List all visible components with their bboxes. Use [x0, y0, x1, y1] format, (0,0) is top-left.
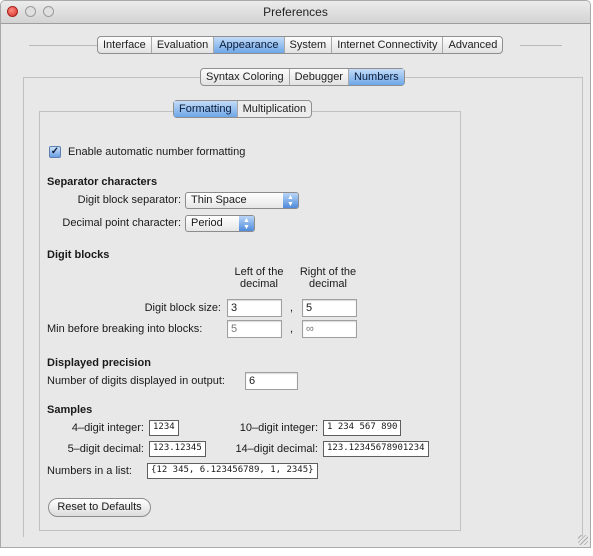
resize-grip-icon[interactable] [578, 535, 588, 545]
enable-formatting-checkbox[interactable]: ✓ [49, 146, 61, 158]
precision-heading: Displayed precision [47, 357, 151, 369]
appearance-tab-bar: Syntax Coloring Debugger Numbers [200, 68, 405, 86]
tab-system[interactable]: System [285, 37, 333, 53]
min-left-input[interactable]: 5 [227, 320, 282, 338]
tab-numbers[interactable]: Numbers [348, 69, 404, 85]
left-header-line-2: decimal [240, 278, 278, 290]
dec5-label: 5–digit decimal: [67, 443, 144, 455]
min-right-input[interactable]: ∞ [302, 320, 357, 338]
select-arrows-icon: ▲ ▼ [239, 216, 254, 231]
tab-appearance[interactable]: Appearance [214, 37, 285, 53]
title-bar: Preferences [1, 1, 590, 24]
dec14-label: 14–digit decimal: [235, 443, 318, 455]
digit-block-separator-label: Digit block separator: [77, 194, 181, 206]
right-header-line-1: Right of the [299, 266, 357, 278]
comma-separator: , [290, 302, 294, 314]
comma-separator: , [290, 323, 294, 335]
dec14-sample: 123.12345678901234 [323, 441, 429, 457]
enable-formatting-label: Enable automatic number formatting [68, 146, 246, 158]
digit-block-size-label: Digit block size: [144, 302, 221, 314]
divider [520, 45, 562, 46]
digit-block-separator-select[interactable]: Thin Space ▲ ▼ [185, 192, 299, 209]
select-arrows-icon: ▲ ▼ [283, 193, 298, 208]
tab-advanced[interactable]: Advanced [443, 37, 502, 53]
min-before-breaking-label: Min before breaking into blocks: [47, 323, 203, 335]
digit-block-separator-value: Thin Space [191, 194, 247, 206]
int4-sample: 1234 [149, 420, 179, 436]
block-size-left-input[interactable]: 3 [227, 299, 282, 317]
block-size-right-input[interactable]: 5 [302, 299, 357, 317]
tab-multiplication[interactable]: Multiplication [238, 101, 312, 117]
int10-label: 10–digit integer: [239, 422, 318, 434]
left-header-line-1: Left of the [234, 266, 284, 278]
samples-heading: Samples [47, 404, 93, 416]
tab-syntax-coloring[interactable]: Syntax Coloring [201, 69, 290, 85]
reset-to-defaults-button[interactable]: Reset to Defaults [48, 498, 151, 517]
window-title: Preferences [263, 5, 328, 19]
dec5-sample: 123.12345 [149, 441, 206, 457]
divider [29, 45, 97, 46]
right-header-line-2: decimal [309, 278, 347, 290]
int10-sample: 1 234 567 890 [323, 420, 402, 436]
main-tab-bar: Interface Evaluation Appearance System I… [97, 36, 504, 54]
tab-debugger[interactable]: Debugger [290, 69, 349, 85]
tab-formatting[interactable]: Formatting [174, 101, 238, 117]
numbers-tab-bar: Formatting Multiplication [173, 100, 313, 118]
digit-blocks-heading: Digit blocks [47, 249, 110, 261]
digits-displayed-input[interactable]: 6 [245, 372, 298, 390]
preferences-window: Preferences Interface Evaluation Appeara… [0, 0, 591, 548]
decimal-point-select[interactable]: Period ▲ ▼ [185, 215, 255, 232]
left-of-decimal-header: Left of the decimal [229, 266, 289, 290]
int4-label: 4–digit integer: [71, 422, 144, 434]
digits-displayed-label: Number of digits displayed in output: [47, 375, 225, 387]
tab-internet-connectivity[interactable]: Internet Connectivity [332, 37, 444, 53]
decimal-point-value: Period [191, 217, 223, 229]
right-of-decimal-header: Right of the decimal [296, 266, 360, 290]
list-label: Numbers in a list: [47, 465, 132, 477]
list-sample: {12 345, 6.123456789, 1, 2345} [147, 463, 318, 479]
tab-interface[interactable]: Interface [98, 37, 152, 53]
separator-heading: Separator characters [47, 176, 158, 188]
decimal-point-label: Decimal point character: [62, 217, 181, 229]
tab-evaluation[interactable]: Evaluation [152, 37, 215, 53]
